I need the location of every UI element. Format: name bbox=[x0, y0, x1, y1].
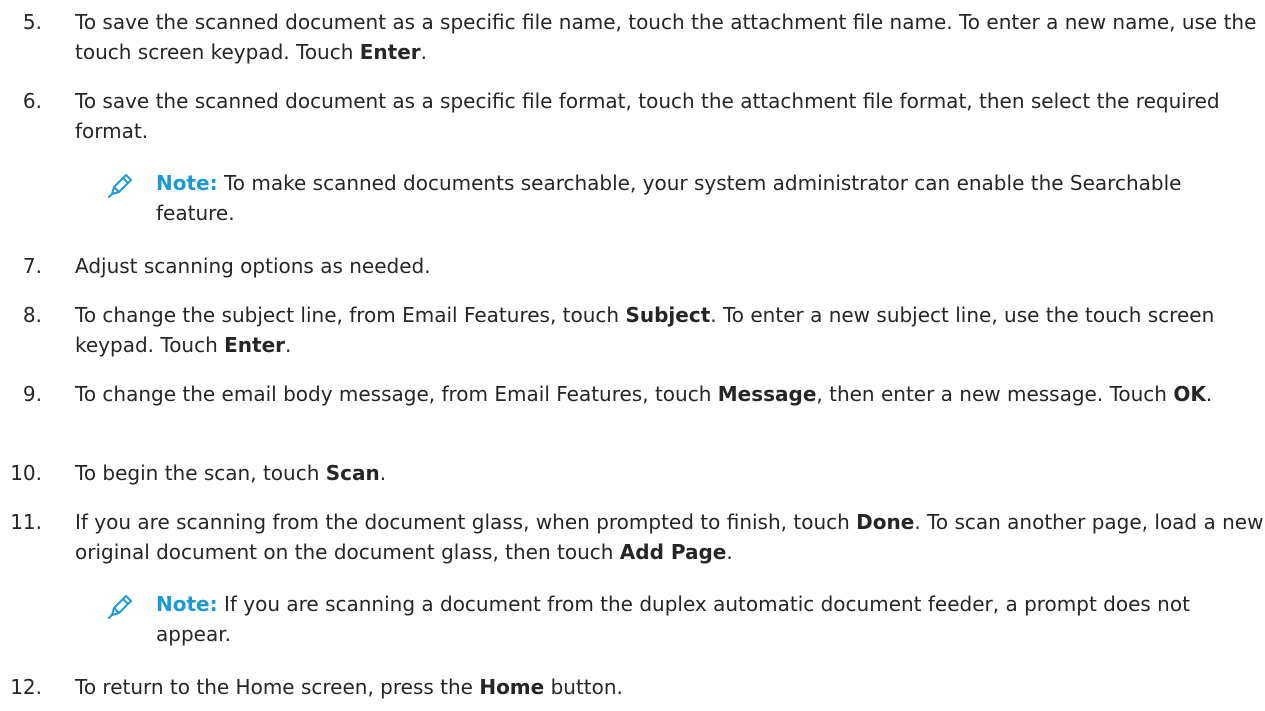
pencil-icon bbox=[105, 592, 135, 622]
step-text: To begin the scan, touch Scan. bbox=[75, 461, 387, 485]
step-text: Adjust scanning options as needed. bbox=[75, 254, 431, 278]
step-number: 6. bbox=[22, 89, 42, 113]
step-number: 7. bbox=[22, 254, 42, 278]
step-text: To save the scanned document as a specif… bbox=[75, 10, 1257, 64]
note-text: Note: If you are scanning a document fro… bbox=[156, 592, 1190, 646]
step-number: 9. bbox=[22, 382, 42, 406]
note-text: Note: To make scanned documents searchab… bbox=[156, 171, 1182, 225]
step-number: 11. bbox=[10, 510, 42, 534]
step-text: To save the scanned document as a specif… bbox=[75, 89, 1220, 143]
note-label: Note: bbox=[156, 592, 218, 616]
step-text: To return to the Home screen, press the … bbox=[75, 675, 623, 699]
step-text: To change the email body message, from E… bbox=[75, 382, 1213, 406]
step-number: 8. bbox=[22, 303, 42, 327]
pencil-icon bbox=[105, 171, 135, 201]
step-number: 10. bbox=[10, 461, 42, 485]
step-text: To change the subject line, from Email F… bbox=[75, 303, 1215, 357]
step-text: If you are scanning from the document gl… bbox=[75, 510, 1264, 564]
document-page: 5. To save the scanned document as a spe… bbox=[0, 0, 1265, 711]
note-label: Note: bbox=[156, 171, 218, 195]
step-number: 5. bbox=[22, 10, 42, 34]
step-number: 12. bbox=[10, 675, 42, 699]
